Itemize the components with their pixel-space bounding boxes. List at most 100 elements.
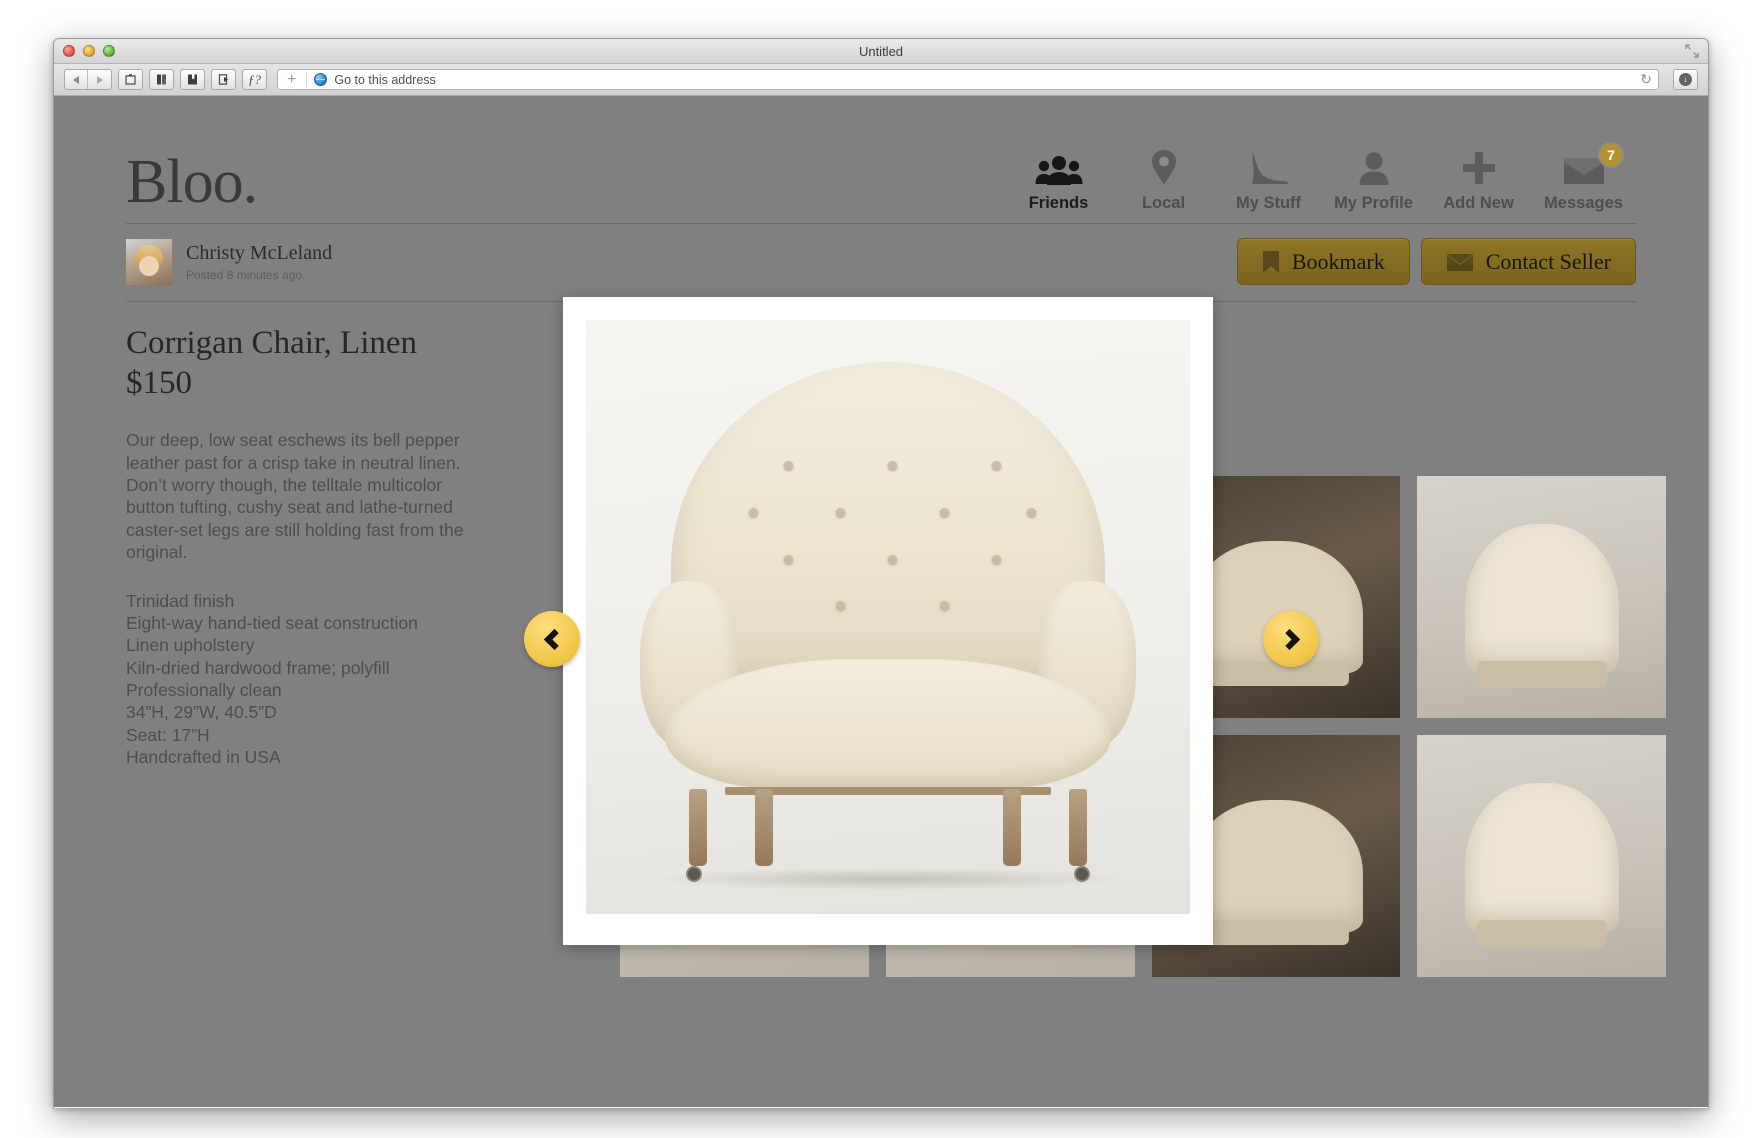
chair-tufting-button: [940, 507, 950, 517]
product-price: $150: [126, 364, 192, 401]
chair-tufting-button: [887, 554, 897, 564]
browser-toolbar: ƒ? + Go to this address ↻ ↓: [54, 64, 1708, 96]
bookmark-icon: [1262, 250, 1280, 274]
thumbnail-chair-image: [1464, 783, 1619, 947]
back-forward-button[interactable]: [64, 69, 112, 90]
chair-tufting-button: [748, 507, 758, 517]
bookmark-button[interactable]: Bookmark: [1236, 238, 1410, 285]
mail-icon: [1446, 252, 1474, 272]
people-icon: [1034, 148, 1084, 186]
bookmark-label: Bookmark: [1291, 248, 1385, 274]
chair-tufting-button: [992, 461, 1002, 471]
carousel-next-button[interactable]: [1263, 611, 1319, 667]
map-pin-icon: [1149, 148, 1179, 186]
product-spec-line: Handcrafted in USA: [126, 747, 281, 768]
font-size-icon: ƒ?: [248, 71, 261, 87]
chair-tufting-button: [835, 601, 845, 611]
thumbnail-chair-image: [1464, 524, 1619, 688]
snapshot-button[interactable]: [118, 69, 143, 90]
bookmark-book-icon: [188, 74, 197, 85]
chair-leg: [1002, 789, 1021, 867]
chair-tufting-button: [887, 461, 897, 471]
chevron-left-icon: [543, 628, 565, 650]
browser-window: Untitled ƒ? + Go to this address ↻ ↓ Blo…: [53, 38, 1709, 1108]
chair-tufting-button: [783, 554, 793, 564]
snapshot-icon: [125, 74, 136, 85]
seller-actions: Bookmark Contact Seller: [1236, 238, 1636, 285]
product-spec-line: Trinidad finish: [126, 590, 235, 611]
product-spec-line: Seat: 17”H: [126, 724, 210, 745]
gallery-thumbnail[interactable]: [1417, 476, 1666, 718]
close-window-button[interactable]: [63, 45, 75, 57]
share-icon: [218, 74, 228, 85]
nav-item-add-new[interactable]: Add New: [1426, 148, 1531, 213]
contact-seller-button[interactable]: Contact Seller: [1420, 238, 1636, 285]
new-tab-icon[interactable]: +: [284, 71, 299, 88]
nav-item-messages[interactable]: 7 Messages: [1531, 142, 1636, 213]
desktop-background: Untitled ƒ? + Go to this address ↻ ↓ Blo…: [0, 0, 1760, 1138]
lightbox-product-image: [586, 320, 1190, 914]
product-details: Corrigan Chair, Linen $150 Our deep, low…: [126, 324, 526, 769]
web-page-content: Bloo. Friends Local My Stuff My Profile …: [54, 96, 1708, 1107]
product-title: Corrigan Chair, Linen: [126, 325, 418, 361]
nav-label-local: Local: [1141, 194, 1186, 212]
seller-name[interactable]: Christy McLeland: [186, 241, 332, 265]
site-logo[interactable]: Bloo.: [126, 151, 258, 213]
chair-tufting-button: [783, 461, 793, 471]
downloads-button[interactable]: ↓: [1673, 69, 1698, 90]
window-title: Untitled: [858, 43, 904, 59]
nav-label-add-new: Add New: [1443, 194, 1514, 212]
person-icon: [1358, 148, 1390, 186]
maximize-window-button[interactable]: [103, 45, 115, 57]
chevron-right-icon: [1278, 628, 1300, 650]
font-size-button[interactable]: ƒ?: [242, 69, 267, 90]
address-separator: [306, 72, 308, 87]
product-description: Our deep, low seat eschews its bell pepp…: [126, 430, 464, 563]
product-spec-line: Eight-way hand-tied seat construction: [126, 612, 418, 633]
main-navigation: Friends Local My Stuff My Profile Add Ne…: [1006, 142, 1636, 213]
library-button[interactable]: [149, 69, 174, 90]
lightbox-overlay[interactable]: [563, 297, 1213, 945]
messages-badge: 7: [1598, 142, 1624, 168]
nav-label-messages: Messages: [1544, 194, 1623, 212]
nav-item-friends[interactable]: Friends: [1006, 148, 1111, 213]
product-spec-line: Linen upholstery: [126, 635, 255, 656]
chair-tufting-button: [835, 507, 845, 517]
chair-leg: [688, 789, 707, 867]
book-icon: [157, 74, 166, 85]
window-title-bar: Untitled: [54, 39, 1708, 64]
minimize-window-button[interactable]: [83, 45, 95, 57]
address-bar[interactable]: + Go to this address ↻: [277, 69, 1659, 90]
gallery-thumbnail[interactable]: [1417, 735, 1666, 977]
bookmarks-button[interactable]: [180, 69, 205, 90]
nav-item-my-stuff[interactable]: My Stuff: [1216, 148, 1321, 213]
nav-label-my-stuff: My Stuff: [1235, 194, 1302, 212]
chair-tufting-button: [992, 554, 1002, 564]
high-heel-icon: [1247, 148, 1291, 186]
seller-info[interactable]: Christy McLeland Posted 8 minutes ago.: [126, 238, 332, 285]
nav-item-my-profile[interactable]: My Profile: [1321, 148, 1426, 213]
nav-label-my-profile: My Profile: [1334, 194, 1413, 212]
chair-leg: [755, 789, 774, 867]
chair-tufting-button: [940, 601, 950, 611]
chair-seat: [664, 658, 1112, 790]
address-input[interactable]: Go to this address: [334, 73, 435, 87]
chair-shadow: [658, 868, 1118, 891]
back-icon[interactable]: [65, 70, 88, 89]
chair-leg: [1069, 789, 1088, 867]
share-button[interactable]: [211, 69, 236, 90]
reload-icon[interactable]: ↻: [1640, 71, 1652, 88]
nav-label-friends: Friends: [1028, 194, 1089, 212]
chair-tufting-button: [1027, 507, 1037, 517]
avatar[interactable]: [126, 238, 172, 285]
window-controls[interactable]: [63, 45, 115, 57]
forward-icon[interactable]: [88, 70, 111, 89]
carousel-prev-button[interactable]: [524, 611, 580, 667]
seller-posted-time: Posted 8 minutes ago.: [186, 268, 306, 282]
fullscreen-icon[interactable]: [1685, 44, 1699, 58]
nav-item-local[interactable]: Local: [1111, 148, 1216, 213]
thumbnail-chair-image: [1188, 800, 1363, 946]
contact-seller-label: Contact Seller: [1485, 248, 1611, 274]
site-header: Bloo. Friends Local My Stuff My Profile …: [126, 96, 1636, 223]
product-spec-line: Professionally clean: [126, 680, 282, 701]
